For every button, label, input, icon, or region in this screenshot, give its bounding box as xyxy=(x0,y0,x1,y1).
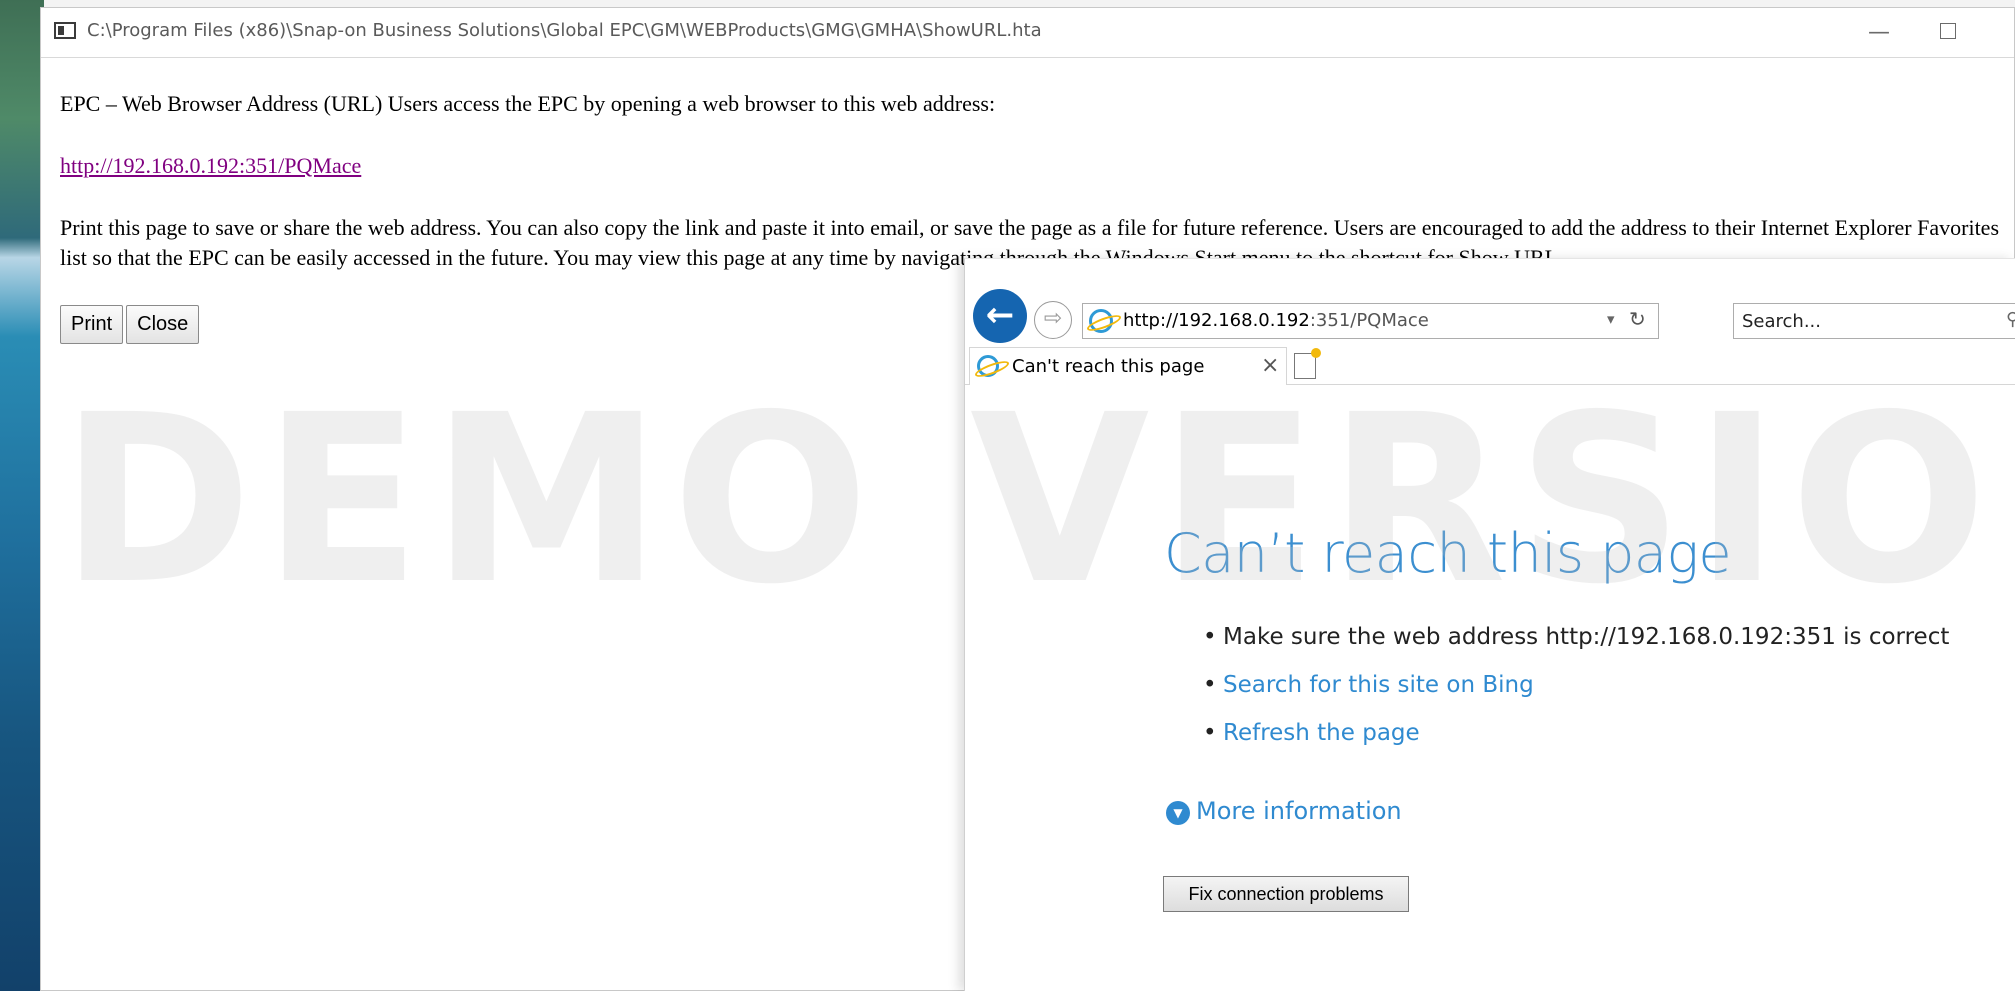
chevron-down-icon: ▼ xyxy=(1166,801,1190,825)
search-bing-link[interactable]: Search for this site on Bing xyxy=(1203,661,1949,709)
suggestion-check-address: Make sure the web address http://192.168… xyxy=(1203,613,1949,661)
tab-cant-reach[interactable]: Can't reach this page × xyxy=(969,347,1287,385)
new-tab-icon[interactable] xyxy=(1294,348,1321,379)
epc-url-link[interactable]: http://192.168.0.192:351/PQMace xyxy=(60,153,361,178)
search-box[interactable]: ⚲ xyxy=(1733,303,2015,339)
close-tab-icon[interactable]: × xyxy=(1261,353,1279,378)
app-window-icon xyxy=(54,22,76,39)
tab-label: Can't reach this page xyxy=(1012,356,1205,377)
browser-nav-bar: ← ⇨ http://192.168.0.192:351/PQMace ▾ ↻ … xyxy=(965,259,2015,347)
address-bar[interactable]: http://192.168.0.192:351/PQMace ▾ ↻ xyxy=(1082,303,1659,339)
fix-connection-button[interactable]: Fix connection problems xyxy=(1163,876,1409,912)
close-button[interactable]: Close xyxy=(126,305,200,344)
maximize-icon xyxy=(1940,23,1956,39)
print-button[interactable]: Print xyxy=(60,305,124,344)
search-input[interactable] xyxy=(1742,310,2002,332)
ie-icon xyxy=(1089,309,1113,333)
error-title: Can’t reach this page xyxy=(1164,522,1732,585)
back-arrow-icon[interactable]: ← xyxy=(973,289,1027,343)
tab-bar: Can't reach this page × xyxy=(965,347,2015,385)
error-suggestions: Make sure the web address http://192.168… xyxy=(1203,613,1949,757)
forward-arrow-icon[interactable]: ⇨ xyxy=(1034,301,1072,339)
desktop-background xyxy=(0,0,44,991)
address-text: http://192.168.0.192:351/PQMace xyxy=(1123,310,1429,331)
more-information-toggle[interactable]: ▼ More information xyxy=(1166,797,1402,825)
window-title: C:\Program Files (x86)\Snap-on Business … xyxy=(87,20,1042,41)
minimize-button[interactable]: — xyxy=(1859,18,1899,48)
search-icon[interactable]: ⚲ xyxy=(2006,309,2015,330)
maximize-button[interactable] xyxy=(1928,18,1968,48)
refresh-page-link[interactable]: Refresh the page xyxy=(1203,709,1949,757)
browser-screenshot: ← ⇨ http://192.168.0.192:351/PQMace ▾ ↻ … xyxy=(964,258,2015,991)
title-bar[interactable]: C:\Program Files (x86)\Snap-on Business … xyxy=(41,8,2014,58)
refresh-icon[interactable]: ↻ xyxy=(1629,307,1646,331)
ie-tab-icon xyxy=(977,355,999,377)
intro-text: EPC – Web Browser Address (URL) Users ac… xyxy=(60,91,996,116)
dropdown-arrow-icon[interactable]: ▾ xyxy=(1607,310,1615,328)
button-row: Print Close xyxy=(60,305,202,344)
